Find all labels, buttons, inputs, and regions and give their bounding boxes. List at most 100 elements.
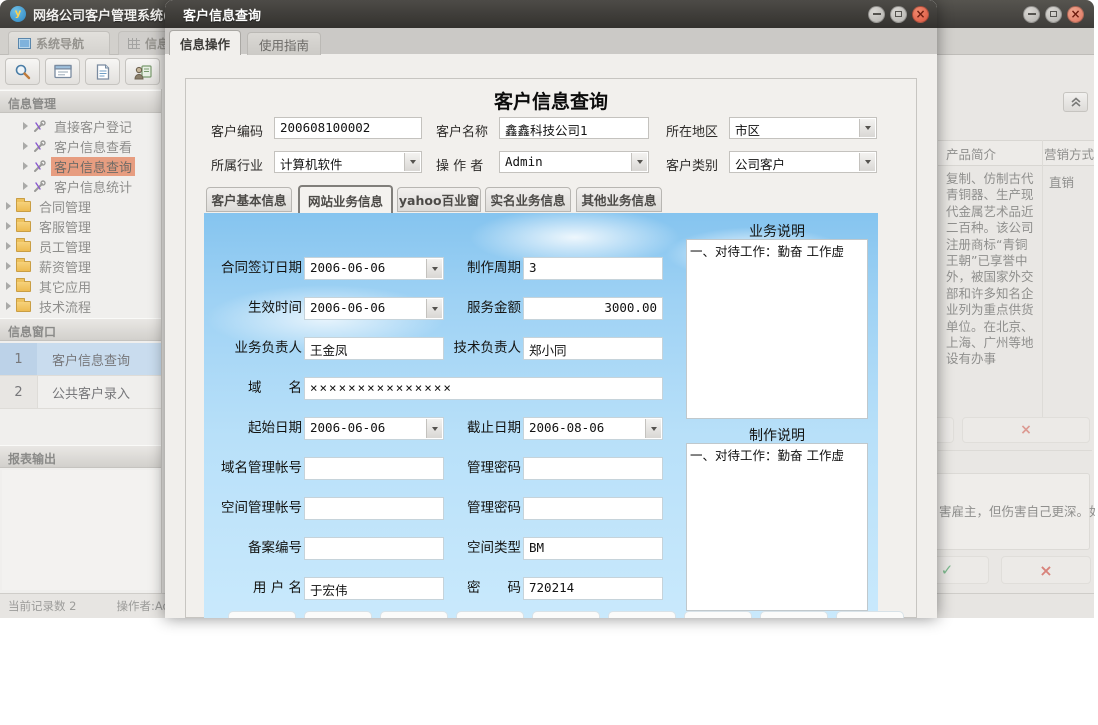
tree-folder-label: 员工管理 [36, 237, 94, 256]
dropdown-arrow-icon[interactable] [426, 419, 442, 438]
close-icon: × [915, 8, 925, 20]
category-select[interactable]: 公司客户 [729, 151, 877, 173]
tab-system-nav[interactable]: 系统导航 [8, 31, 110, 55]
bottom-button[interactable] [608, 611, 676, 618]
password-field[interactable]: 720214 [523, 577, 663, 600]
customer-name-field[interactable]: 鑫鑫科技公司1 [499, 117, 649, 139]
tree-item-direct-customer-register[interactable]: 直接客户登记 [0, 116, 161, 136]
expand-arrow-icon[interactable] [6, 242, 11, 250]
dropdown-arrow-icon[interactable] [426, 299, 442, 318]
tree-folder-employee-mgmt[interactable]: 员工管理 [0, 236, 161, 256]
close-button[interactable]: × [1067, 6, 1084, 23]
bottom-button[interactable] [456, 611, 524, 618]
start-date-select[interactable]: 2006-06-06 [304, 417, 444, 440]
tree-folder-contract-mgmt[interactable]: 合同管理 [0, 196, 161, 216]
tree-item-customer-info-stats[interactable]: 客户信息统计 [0, 176, 161, 196]
window-list-item[interactable]: 2 公共客户录入 [0, 376, 161, 409]
industry-select[interactable]: 计算机软件 [274, 151, 422, 173]
tree-item-label: 直接客户登记 [51, 117, 135, 136]
bottom-button[interactable] [532, 611, 600, 618]
dropdown-arrow-icon[interactable] [645, 419, 661, 438]
biz-owner-field[interactable]: 王金凤 [304, 337, 444, 360]
collapse-panel-button[interactable] [1063, 92, 1088, 112]
space-pwd-field[interactable] [523, 497, 663, 520]
expand-arrow-icon[interactable] [6, 222, 11, 230]
production-note-textarea[interactable]: 一、对待工作：勤奋 工作虚 [686, 443, 868, 611]
folder-icon [16, 221, 31, 232]
business-note-textarea[interactable]: 一、对待工作：勤奋 工作虚 [686, 239, 868, 419]
maximize-icon [1050, 11, 1057, 17]
expand-arrow-icon[interactable] [6, 262, 11, 270]
end-date-label: 截止日期 [449, 417, 521, 440]
search-button[interactable] [5, 58, 40, 85]
tree-folder-label: 其它应用 [36, 277, 94, 296]
modal-titlebar: 客户信息查询 × [165, 0, 937, 28]
tree-folder-service-mgmt[interactable]: 客服管理 [0, 216, 161, 236]
domain-label: 域 名 [212, 377, 302, 400]
expand-arrow-icon[interactable] [23, 122, 28, 130]
card-view-button[interactable] [45, 58, 80, 85]
dropdown-arrow-icon[interactable] [404, 153, 420, 171]
expand-arrow-icon[interactable] [23, 182, 28, 190]
expand-arrow-icon[interactable] [6, 282, 11, 290]
delete-button[interactable]: × [962, 417, 1090, 443]
bottom-button[interactable] [228, 611, 296, 618]
users-button[interactable] [125, 58, 160, 85]
sidebar-header-windows: 信息窗口 [0, 318, 161, 341]
expand-arrow-icon[interactable] [6, 302, 11, 310]
minimize-button[interactable] [1023, 6, 1040, 23]
customer-code-field[interactable]: 200608100002 [274, 117, 422, 139]
region-select[interactable]: 市区 [729, 117, 877, 139]
tab-website-business-info[interactable]: 网站业务信息 [298, 185, 393, 213]
bottom-button[interactable] [836, 611, 904, 618]
modal-minimize-button[interactable] [868, 6, 885, 23]
dropdown-arrow-icon[interactable] [426, 259, 442, 278]
bottom-button[interactable] [380, 611, 448, 618]
tree-folder-other-apps[interactable]: 其它应用 [0, 276, 161, 296]
tree-item-customer-info-query[interactable]: 客户信息查询 [0, 156, 161, 176]
maximize-button[interactable] [1045, 6, 1062, 23]
record-no-field[interactable] [304, 537, 444, 560]
document-button[interactable] [85, 58, 120, 85]
operator-select[interactable]: Admin [499, 151, 649, 173]
modal-maximize-button[interactable] [890, 6, 907, 23]
window-item-label: 公共客户录入 [38, 376, 161, 408]
period-field[interactable]: 3 [523, 257, 663, 280]
tech-owner-field[interactable]: 郑小同 [523, 337, 663, 360]
cancel-button[interactable]: × [1001, 556, 1091, 584]
bottom-button[interactable] [760, 611, 828, 618]
expand-arrow-icon[interactable] [23, 142, 28, 150]
bottom-button[interactable] [304, 611, 372, 618]
tab-realname-business-info[interactable]: 实名业务信息 [485, 187, 571, 212]
tab-yahoo[interactable]: yahoo百业窗 [397, 187, 481, 212]
dropdown-arrow-icon[interactable] [859, 153, 875, 171]
expand-arrow-icon[interactable] [6, 202, 11, 210]
effective-date-select[interactable]: 2006-06-06 [304, 297, 444, 320]
tree-folder-salary-mgmt[interactable]: 薪资管理 [0, 256, 161, 276]
end-date-select[interactable]: 2006-08-06 [523, 417, 663, 440]
tab-user-guide[interactable]: 使用指南 [247, 32, 321, 55]
dropdown-arrow-icon[interactable] [631, 153, 647, 171]
tree-item-customer-info-view[interactable]: 客户信息查看 [0, 136, 161, 156]
tools-icon [33, 120, 46, 133]
space-type-field[interactable]: BM [523, 537, 663, 560]
tree-folder-tech-process[interactable]: 技术流程 [0, 296, 161, 316]
username-label: 用 户 名 [212, 577, 302, 600]
tab-customer-basic-info[interactable]: 客户基本信息 [206, 187, 292, 212]
close-x-icon: × [1039, 561, 1052, 580]
tab-info-operation[interactable]: 信息操作 [169, 30, 241, 55]
window-list-item[interactable]: 1 客户信息查询 [0, 343, 161, 376]
nav-tree: 直接客户登记 客户信息查看 客户信息查询 客户信息统计 合同管理 [0, 116, 161, 316]
space-account-field[interactable] [304, 497, 444, 520]
amount-field[interactable]: 3000.00 [523, 297, 663, 320]
domain-field[interactable]: ××××××××××××××× [304, 377, 663, 400]
domain-account-field[interactable] [304, 457, 444, 480]
dropdown-arrow-icon[interactable] [859, 119, 875, 137]
tab-other-business-info[interactable]: 其他业务信息 [576, 187, 662, 212]
domain-pwd-field[interactable] [523, 457, 663, 480]
contract-date-select[interactable]: 2006-06-06 [304, 257, 444, 280]
expand-arrow-icon[interactable] [23, 162, 28, 170]
modal-close-button[interactable]: × [912, 6, 929, 23]
bottom-button[interactable] [684, 611, 752, 618]
username-field[interactable]: 于宏伟 [304, 577, 444, 600]
